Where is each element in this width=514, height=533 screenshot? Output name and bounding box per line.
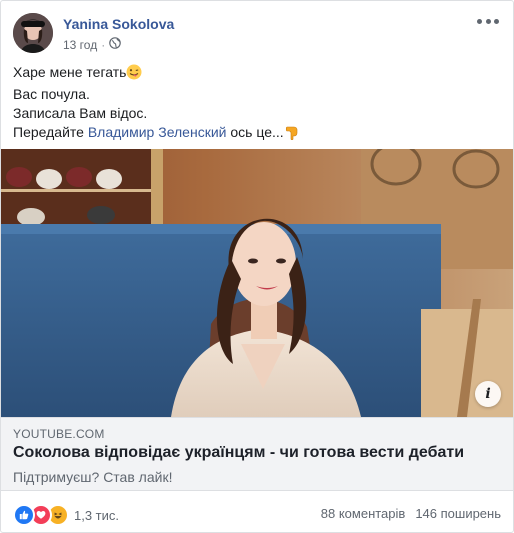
- post-text-segment: ось це...: [230, 124, 284, 140]
- dot-icon: [485, 18, 491, 24]
- post-text-line: Передайте Владимир Зеленский ось це...: [13, 123, 501, 145]
- avatar-image: [13, 13, 53, 53]
- post-card: Yanina Sokolova 13 год · Харе мене тегат…: [0, 0, 514, 533]
- pointing-down-hand-emoji-icon: [284, 124, 300, 145]
- post-text-line: Вас почула.: [13, 86, 90, 102]
- more-options-button[interactable]: [477, 15, 499, 27]
- video-thumbnail[interactable]: i: [1, 149, 513, 417]
- winking-tongue-emoji-icon: [126, 64, 142, 85]
- link-preview[interactable]: YOUTUBE.COM Соколова відповідає українця…: [1, 417, 513, 491]
- post-text-line: Записала Вам відос.: [13, 105, 148, 121]
- engagement-counts: 88 коментарів 146 поширень: [321, 506, 501, 521]
- globe-icon[interactable]: [109, 37, 122, 52]
- dot-icon: [494, 18, 499, 24]
- post-text-line: Харе мене тегать: [13, 63, 501, 85]
- mention-link[interactable]: Владимир Зеленский: [88, 124, 227, 140]
- link-description: Підтримуєш? Став лайк!: [13, 469, 173, 485]
- link-domain: YOUTUBE.COM: [13, 427, 105, 441]
- meta-separator: ·: [101, 37, 106, 52]
- link-title[interactable]: Соколова відповідає українцям - чи готов…: [13, 444, 464, 462]
- avatar[interactable]: [13, 13, 53, 53]
- dot-icon: [477, 18, 482, 24]
- post-text-segment: Харе мене тегать: [13, 64, 127, 80]
- author-name[interactable]: Yanina Sokolova: [63, 16, 174, 32]
- post-header: Yanina Sokolova 13 год ·: [13, 13, 501, 55]
- post-text-segment: Передайте: [13, 124, 84, 140]
- shares-count[interactable]: 146 поширень: [415, 506, 501, 521]
- reaction-count[interactable]: 1,3 тис.: [74, 508, 119, 523]
- post-footer: 1,3 тис. 88 коментарів 146 поширень: [13, 504, 501, 526]
- video-frame-image: [1, 149, 513, 417]
- post-meta: 13 год ·: [63, 37, 122, 52]
- info-button[interactable]: i: [475, 381, 501, 407]
- post-timestamp[interactable]: 13 год: [63, 38, 97, 52]
- post-text: Харе мене тегать Вас почула. Записала Ва…: [13, 63, 501, 145]
- reactions-summary[interactable]: 1,3 тис.: [13, 504, 119, 526]
- like-reaction-icon: [13, 504, 35, 526]
- comments-count[interactable]: 88 коментарів: [321, 506, 406, 521]
